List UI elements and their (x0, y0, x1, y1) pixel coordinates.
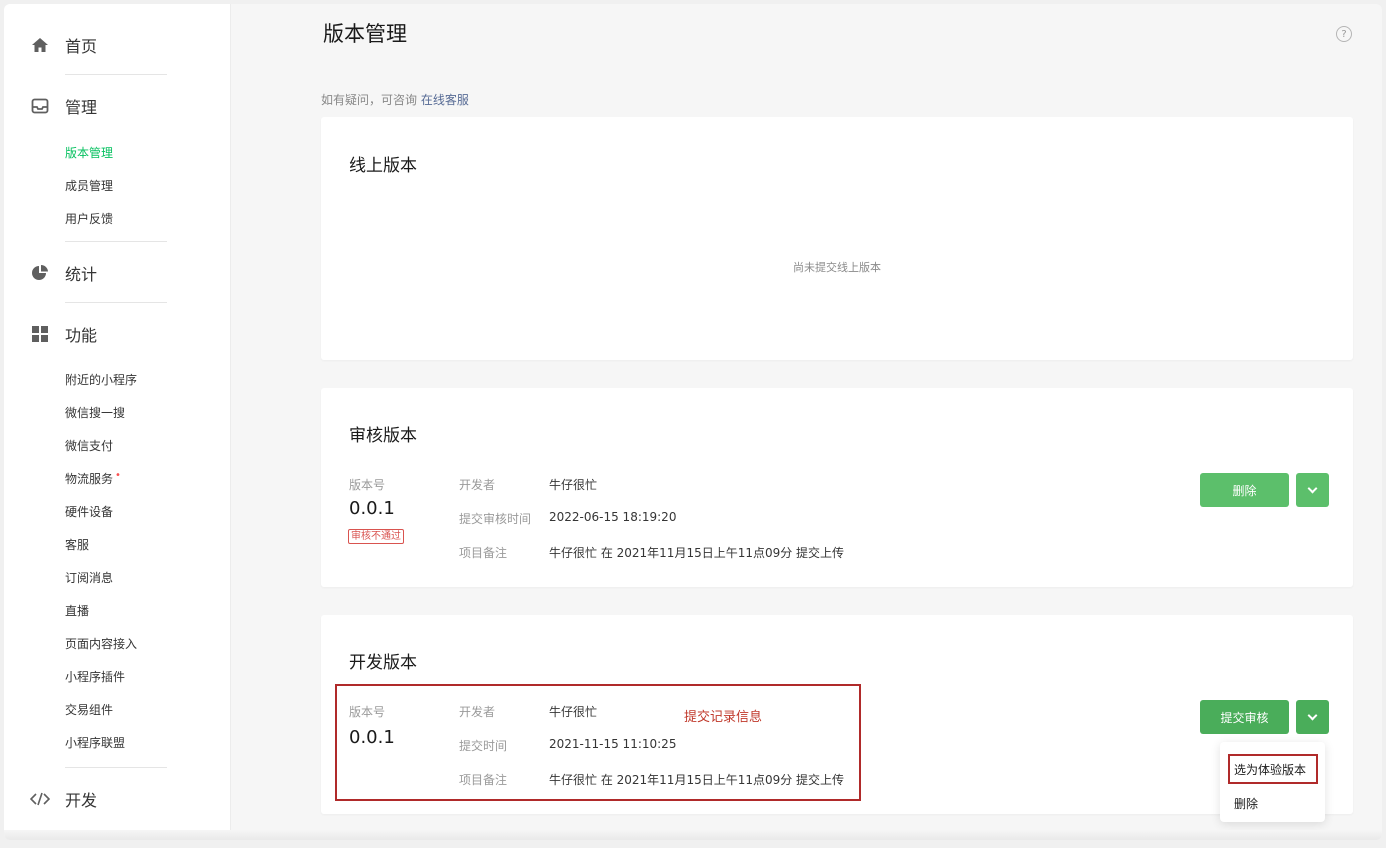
sidebar-divider (65, 241, 167, 242)
review-note-value: 牛仔很忙 在 2021年11月15日上午11点09分 提交上传 (549, 546, 845, 560)
pie-chart-icon (30, 263, 50, 283)
online-version-title: 线上版本 (349, 156, 417, 176)
sidebar-item-stats-label: 统计 (65, 265, 98, 284)
sidebar-item-features-label: 功能 (65, 326, 98, 345)
grid-icon (30, 324, 50, 344)
review-note-key: 项目备注 (459, 546, 508, 560)
sidebar-item-dev-label: 开发 (65, 791, 98, 810)
sidebar-item-pay[interactable]: 微信支付 (65, 436, 113, 456)
chevron-down-icon (1307, 710, 1318, 720)
review-version-label: 版本号 (349, 478, 386, 492)
dev-more-button[interactable] (1296, 700, 1329, 734)
sidebar-item-home-label: 首页 (65, 37, 98, 56)
sidebar-item-manage-label: 管理 (65, 98, 98, 117)
dev-delete-option[interactable]: 删除 (1234, 795, 1258, 812)
app-window: 首页 管理 版本管理 成员管理 用户反馈 统计 功能 附近的小程序 微信搜一搜 (4, 4, 1382, 840)
sidebar-item-service[interactable]: 客服 (65, 535, 89, 555)
sidebar-item-manage[interactable]: 管理 (4, 86, 231, 126)
annotation-highlight-box (335, 684, 861, 801)
dev-actions-dropdown: 选为体验版本 删除 (1220, 742, 1325, 822)
sidebar-divider (65, 302, 167, 303)
sidebar-item-stats[interactable]: 统计 (4, 253, 231, 293)
submit-review-button[interactable]: 提交审核 (1200, 700, 1289, 734)
sidebar-item-search[interactable]: 微信搜一搜 (65, 403, 125, 423)
review-submit-time-value: 2022-06-15 18:19:20 (549, 510, 677, 524)
sidebar-item-union[interactable]: 小程序联盟 (65, 733, 125, 753)
sidebar-item-plugin[interactable]: 小程序插件 (65, 667, 125, 687)
online-version-empty: 尚未提交线上版本 (793, 261, 881, 274)
consult-line: 如有疑问，可咨询 在线客服 (321, 91, 469, 108)
review-more-button[interactable] (1296, 473, 1329, 507)
sidebar-item-features[interactable]: 功能 (4, 314, 231, 354)
dev-version-title: 开发版本 (349, 653, 417, 673)
sidebar-item-user-feedback[interactable]: 用户反馈 (65, 209, 113, 229)
inbox-icon (30, 96, 50, 116)
window-bottom-edge (4, 830, 1382, 840)
online-service-link[interactable]: 在线客服 (421, 93, 469, 107)
sidebar-item-logistics-label: 物流服务 (65, 472, 114, 486)
review-developer-key: 开发者 (459, 478, 496, 492)
sidebar-item-trade[interactable]: 交易组件 (65, 700, 113, 720)
review-version-number: 0.0.1 (349, 498, 395, 519)
code-icon (30, 789, 50, 809)
sidebar-divider (65, 74, 167, 75)
home-icon (30, 35, 50, 55)
sidebar: 首页 管理 版本管理 成员管理 用户反馈 统计 功能 附近的小程序 微信搜一搜 (4, 4, 231, 840)
consult-prefix: 如有疑问，可咨询 (321, 93, 418, 107)
sidebar-item-logistics[interactable]: 物流服务 • (65, 469, 121, 489)
review-developer-value: 牛仔很忙 (549, 478, 598, 492)
new-dot-badge: • (115, 470, 121, 481)
chevron-down-icon (1307, 483, 1318, 493)
sidebar-item-member-manage[interactable]: 成员管理 (65, 176, 113, 196)
sidebar-divider (65, 767, 167, 768)
review-delete-button[interactable]: 删除 (1200, 473, 1289, 507)
sidebar-item-content[interactable]: 页面内容接入 (65, 634, 137, 654)
set-experience-version-option[interactable]: 选为体验版本 (1234, 761, 1306, 778)
review-version-card: 审核版本 版本号 0.0.1 审核不通过 开发者 牛仔很忙 提交审核时间 202… (321, 388, 1353, 587)
sidebar-item-version-manage[interactable]: 版本管理 (65, 143, 113, 163)
online-version-card: 线上版本 尚未提交线上版本 (321, 117, 1353, 360)
help-icon[interactable]: ? (1336, 26, 1352, 42)
review-status-badge: 审核不通过 (348, 529, 404, 544)
sidebar-item-nearby[interactable]: 附近的小程序 (65, 370, 137, 390)
review-submit-time-key: 提交审核时间 (459, 512, 532, 526)
sidebar-item-live[interactable]: 直播 (65, 601, 89, 621)
page-title: 版本管理 (323, 22, 407, 46)
sidebar-item-dev[interactable]: 开发 (4, 779, 231, 819)
review-version-title: 审核版本 (349, 426, 417, 446)
sidebar-item-home[interactable]: 首页 (4, 25, 231, 65)
sidebar-item-hardware[interactable]: 硬件设备 (65, 502, 113, 522)
sidebar-item-subscribe[interactable]: 订阅消息 (65, 568, 113, 588)
